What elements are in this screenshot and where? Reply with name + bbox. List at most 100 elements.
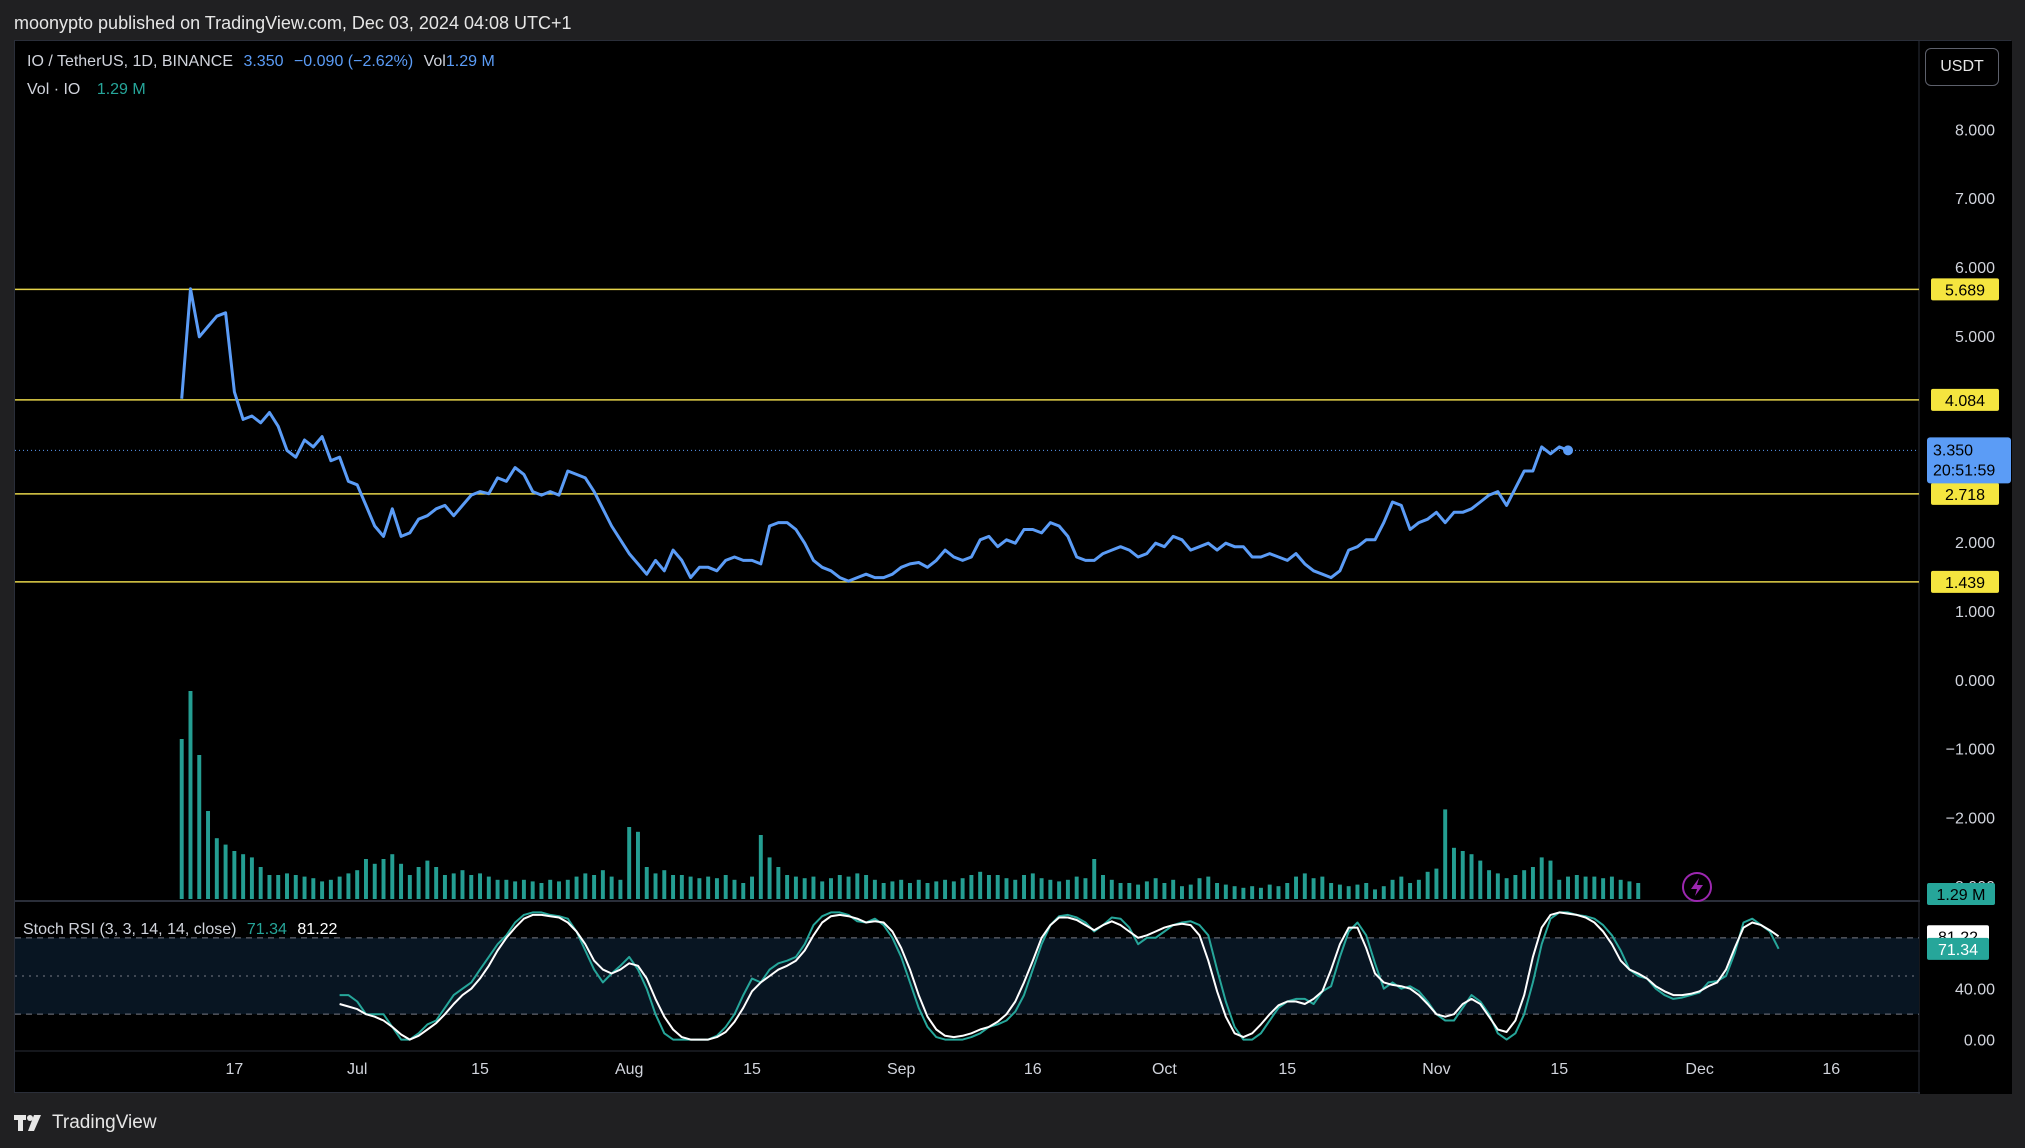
volume-bar <box>557 881 561 899</box>
last-price-badge-countdown: 20:51:59 <box>1933 462 1995 479</box>
currency-button[interactable]: USDT <box>1925 48 1999 86</box>
volume-bar <box>416 867 421 899</box>
volume-bar <box>390 854 395 899</box>
volume-bar <box>1373 889 1377 899</box>
volume-bar <box>723 875 728 899</box>
volume-bar <box>451 873 456 899</box>
volume-bar <box>1250 886 1255 899</box>
x-tick-label: Sep <box>887 1061 916 1078</box>
volume-bar <box>1478 860 1483 899</box>
volume-bar <box>1294 876 1299 899</box>
volume-bar <box>1118 883 1123 899</box>
volume-bar <box>1153 878 1158 899</box>
volume-bar <box>1566 876 1571 899</box>
volume-bar <box>258 867 263 899</box>
volume-bar <box>1013 879 1018 899</box>
x-tick-label: Nov <box>1422 1061 1450 1078</box>
volume-bar <box>1302 873 1307 899</box>
stoch-tick-label: 40.00 <box>1955 982 1995 999</box>
volume-bar <box>565 879 570 899</box>
x-tick-label: 16 <box>1024 1061 1042 1078</box>
volume-bar <box>206 811 211 899</box>
symbol-legend[interactable]: IO / TetherUS, 1D, BINANCE 3.350 −0.090 … <box>27 53 501 71</box>
volume-bar <box>960 878 965 899</box>
volume-bar <box>197 755 202 899</box>
x-tick-label: Jul <box>347 1061 367 1078</box>
volume-bar <box>1504 878 1509 899</box>
vol-value: 1.29 M <box>445 53 495 70</box>
y-tick-label: 0.000 <box>1955 673 1995 690</box>
stoch-label[interactable]: Stoch RSI (3, 3, 14, 14, close) <box>23 921 236 938</box>
volume-bar <box>1618 879 1623 899</box>
axes: 9.0008.0007.0006.0005.0004.0003.0002.000… <box>225 41 2012 1094</box>
stoch-tick-label: 0.00 <box>1964 1033 1995 1050</box>
volume-bar <box>1346 886 1351 899</box>
volume-bar <box>899 879 904 899</box>
volume-bar <box>741 883 746 899</box>
volume-bar <box>513 881 518 899</box>
volume-bar <box>1171 879 1176 899</box>
vol-io-value: 1.29 M <box>96 81 146 98</box>
volume-bar <box>697 878 702 899</box>
volume-bar <box>1285 883 1290 899</box>
stoch-legend[interactable]: Stoch RSI (3, 3, 14, 14, close) 71.34 81… <box>23 921 343 939</box>
volume-bar <box>1179 886 1184 899</box>
volume-bar <box>574 876 579 899</box>
volume-bar <box>890 881 895 899</box>
y-tick-label: 6.000 <box>1955 260 1995 277</box>
volume-bar <box>328 879 333 899</box>
vol-io-label[interactable]: Vol · IO <box>27 81 80 98</box>
volume-bar <box>1320 876 1325 899</box>
volume-bar <box>618 879 623 899</box>
stoch-d-value: 81.22 <box>297 921 338 938</box>
x-tick-label: 15 <box>1278 1061 1296 1078</box>
footer-brand[interactable]: TradingView <box>14 1108 157 1138</box>
volume-bar <box>1487 870 1492 899</box>
y-tick-label: 8.000 <box>1955 122 1995 139</box>
volume-bar <box>293 875 298 899</box>
volume-bar <box>1109 879 1114 899</box>
volume-legend[interactable]: Vol · IO 1.29 M <box>27 81 152 99</box>
volume-bar <box>635 831 640 899</box>
volume-bar <box>495 879 500 899</box>
volume-bar <box>1276 886 1281 899</box>
volume-bar <box>1083 878 1088 899</box>
chart-area[interactable]: 9.0008.0007.0006.0005.0004.0003.0002.000… <box>14 40 2012 1094</box>
volume-bar <box>600 870 605 899</box>
volume-bar <box>1136 884 1141 899</box>
stoch-k-badge-label: 71.34 <box>1938 942 1978 959</box>
volume-bar <box>732 879 737 899</box>
volume-bar <box>1004 878 1009 899</box>
volume-bar <box>1197 878 1202 899</box>
volume-bar <box>662 870 667 899</box>
volume-bar <box>311 878 316 899</box>
volume-bar <box>1522 870 1527 899</box>
volume-bar <box>346 873 351 899</box>
volume-bars <box>179 691 1641 899</box>
volume-bar <box>1583 876 1588 899</box>
volume-bar <box>539 883 544 899</box>
volume-bar <box>1215 883 1220 899</box>
volume-bar <box>302 876 307 899</box>
volume-bar <box>407 875 412 899</box>
symbol-label[interactable]: IO / TetherUS, 1D, BINANCE <box>27 53 233 70</box>
level-badge-label: 5.689 <box>1945 282 1985 299</box>
volume-bar <box>1416 879 1421 899</box>
x-tick-label: 17 <box>225 1061 243 1078</box>
volume-bar <box>1539 857 1544 899</box>
volume-bar <box>478 873 483 899</box>
volume-bar <box>1101 875 1105 899</box>
volume-bar <box>320 881 325 899</box>
volume-bar <box>1223 884 1228 899</box>
volume-bar <box>232 851 237 899</box>
volume-bar <box>767 857 772 899</box>
x-tick-label: 15 <box>1550 1061 1568 1078</box>
volume-bar <box>820 881 825 899</box>
volume-bar <box>934 881 939 899</box>
volume-bar <box>750 876 755 899</box>
volume-bar <box>434 867 439 899</box>
lightning-icon[interactable] <box>1682 872 1712 902</box>
volume-bar <box>1241 887 1246 899</box>
volume-bar <box>837 875 842 899</box>
price-series <box>15 287 1919 583</box>
